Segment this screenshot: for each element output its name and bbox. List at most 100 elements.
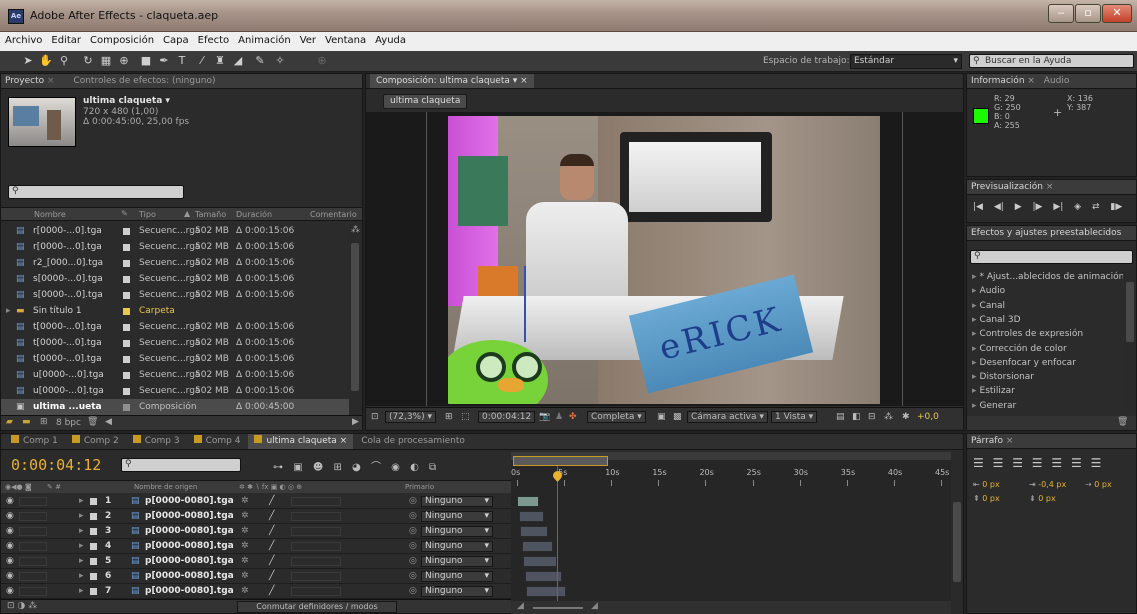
quality-switch-icon[interactable]: ╱ [269, 569, 274, 584]
grid-icon[interactable]: ⊞ [445, 412, 453, 422]
label-color-swatch[interactable] [123, 308, 130, 315]
delete-icon[interactable]: 🗑 [1117, 417, 1128, 427]
parent-pickwhip-icon[interactable]: ◎ [409, 569, 417, 584]
project-item-row[interactable]: ▤ s[0000-...0].tga Secuenc...rga 502 MB Δ 0:… [1, 287, 349, 303]
layer-switch-slots[interactable] [291, 497, 341, 506]
label-color-swatch[interactable] [123, 292, 130, 299]
project-scrollbar[interactable]: ⁂ [349, 223, 361, 415]
resolution-select[interactable]: Completa ▾ [587, 411, 646, 423]
toggle-switches-modes-button[interactable]: Conmutar definidores / modos [237, 601, 397, 613]
label-color-swatch[interactable] [90, 513, 97, 520]
project-search-input[interactable]: ⚲ [8, 185, 184, 199]
frame-blending-icon[interactable]: ⊞ [333, 462, 341, 473]
channel-icon[interactable]: ✤ [569, 412, 577, 422]
expand-arrow-icon[interactable]: ▸ [972, 329, 977, 339]
space-before-field[interactable]: ⇞ 0 px [973, 494, 1000, 503]
live-update-icon[interactable]: ⧉ [429, 462, 436, 473]
effects-category-item[interactable]: ▸ Desenfocar y enfocar [967, 356, 1123, 370]
layer-lock-slots[interactable] [19, 527, 47, 536]
bpc-label[interactable]: 8 bpc [56, 418, 81, 428]
new-folder-icon[interactable]: ▬ [22, 417, 31, 427]
camera-tool-icon[interactable]: ▦ [98, 54, 114, 68]
project-item-row[interactable]: ▤ t[0000-...0].tga Secuenc...rga 502 MB Δ 0:… [1, 319, 349, 335]
hide-shy-layers-icon[interactable]: ☻ [313, 462, 323, 473]
draft-3d-icon[interactable]: ▣ [293, 462, 302, 473]
eye-icon[interactable]: ◉ [6, 539, 14, 554]
expand-arrow-icon[interactable]: ▸ [79, 539, 84, 554]
expand-arrow-icon[interactable]: ▸ [972, 386, 977, 396]
quality-switch-icon[interactable]: ╱ [269, 584, 274, 599]
delete-icon[interactable]: 🗑 [87, 417, 98, 427]
scroll-right-icon[interactable]: ▶ [352, 417, 359, 427]
indent-right-field[interactable]: ⇥ -0,4 px [1029, 480, 1066, 489]
layer-duration-bar[interactable] [520, 526, 548, 537]
scrollbar-thumb[interactable] [1126, 282, 1134, 342]
column-type[interactable]: Tipo [139, 210, 156, 219]
label-color-swatch[interactable] [90, 558, 97, 565]
layer-lock-slots[interactable] [19, 542, 47, 551]
axis-mode-icon[interactable]: ⊕ [314, 54, 330, 68]
menu-efecto[interactable]: Efecto [193, 32, 234, 46]
eye-icon[interactable]: ◉ [6, 569, 14, 584]
layer-switch-slots[interactable] [291, 587, 341, 596]
tab-comp-2[interactable]: Comp 2 [66, 434, 125, 449]
expand-arrow-icon[interactable]: ▸ [972, 401, 977, 411]
indent-left-field[interactable]: ⇤ 0 px [973, 480, 1000, 489]
project-item-row[interactable]: ▤ s[0000-...0].tga Secuenc...rga 502 MB Δ 0:… [1, 271, 349, 287]
parent-select[interactable]: Ninguno ▾ [421, 511, 493, 522]
menu-ventana[interactable]: Ventana [320, 32, 370, 46]
tab-paragraph[interactable]: Párrafo [971, 436, 1003, 446]
clone-stamp-tool-icon[interactable]: ♜ [212, 54, 228, 68]
layer-lock-slots[interactable] [19, 512, 47, 521]
timeline-graph-area[interactable]: 0s 5s 10s 15s 20s 25s 30s 35s 40s 45s ◢ ◢ [511, 452, 951, 614]
layer-row[interactable]: ◉ ▸ 2 ▤ p[0000-0080].tga ✲ ╱ ◎ Ninguno ▾ [1, 509, 511, 524]
zoom-slider[interactable] [533, 607, 583, 609]
parent-pickwhip-icon[interactable]: ◎ [409, 524, 417, 539]
effects-scrollbar[interactable] [1124, 270, 1136, 410]
layer-duration-bar[interactable] [521, 541, 553, 552]
work-area-range[interactable] [513, 456, 608, 466]
tab-ultima-claqueta[interactable]: ultima claqueta × [248, 434, 354, 449]
shy-switch-icon[interactable]: ✲ [241, 554, 249, 569]
time-ruler[interactable]: 0s 5s 10s 15s 20s 25s 30s 35s 40s 45s [511, 466, 951, 494]
parent-pickwhip-icon[interactable]: ◎ [409, 509, 417, 524]
layer-switch-slots[interactable] [291, 557, 341, 566]
label-color-swatch[interactable] [123, 372, 130, 379]
layer-lock-slots[interactable] [19, 587, 47, 596]
close-icon[interactable]: × [47, 76, 55, 86]
camera-select[interactable]: Cámara activa ▾ [687, 411, 768, 423]
comp-viewer[interactable]: eRICK [366, 112, 963, 406]
parent-select[interactable]: Ninguno ▾ [421, 586, 493, 597]
label-color-swatch[interactable] [123, 260, 130, 267]
layer-duration-bar[interactable] [526, 586, 566, 597]
tab-effect-controls[interactable]: Controles de efectos: (ninguno) [73, 76, 215, 86]
expand-arrow-icon[interactable]: ▸ [79, 584, 84, 599]
layer-row[interactable]: ◉ ▸ 6 ▤ p[0000-0080].tga ✲ ╱ ◎ Ninguno ▾ [1, 569, 511, 584]
expand-arrow-icon[interactable]: ▸ [79, 554, 84, 569]
first-frame-icon[interactable]: |◀ [973, 202, 983, 212]
brush-tool-icon[interactable]: ⁄ [194, 54, 210, 68]
expand-arrow-icon[interactable]: ▸ [972, 301, 977, 311]
label-color-swatch[interactable] [123, 404, 130, 411]
eraser-tool-icon[interactable]: ◢ [230, 54, 246, 68]
next-frame-icon[interactable]: |▶ [1032, 202, 1042, 212]
parent-pickwhip-icon[interactable]: ◎ [409, 539, 417, 554]
expand-arrow-icon[interactable]: ▸ [972, 272, 977, 282]
tab-project[interactable]: Proyecto [5, 76, 44, 86]
layer-row[interactable]: ◉ ▸ 3 ▤ p[0000-0080].tga ✲ ╱ ◎ Ninguno ▾ [1, 524, 511, 539]
shy-switch-icon[interactable]: ✲ [241, 569, 249, 584]
region-of-interest-icon[interactable]: ▣ [657, 412, 666, 422]
layer-switch-slots[interactable] [291, 512, 341, 521]
mask-visibility-icon[interactable]: ⬚ [461, 412, 470, 422]
label-color-swatch[interactable] [123, 388, 130, 395]
column-source-name[interactable]: Nombre de origen [134, 483, 197, 491]
expand-arrow-icon[interactable]: ▸ [79, 569, 84, 584]
parent-select[interactable]: Ninguno ▾ [421, 556, 493, 567]
always-preview-icon[interactable]: ⊡ [371, 412, 379, 422]
layer-lock-slots[interactable] [19, 497, 47, 506]
expand-arrow-icon[interactable]: ▸ [972, 358, 977, 368]
effects-search-input[interactable]: ⚲ [970, 250, 1133, 264]
expand-arrow-icon[interactable]: ▸ [972, 344, 977, 354]
parent-select[interactable]: Ninguno ▾ [421, 496, 493, 507]
label-color-swatch[interactable] [123, 356, 130, 363]
